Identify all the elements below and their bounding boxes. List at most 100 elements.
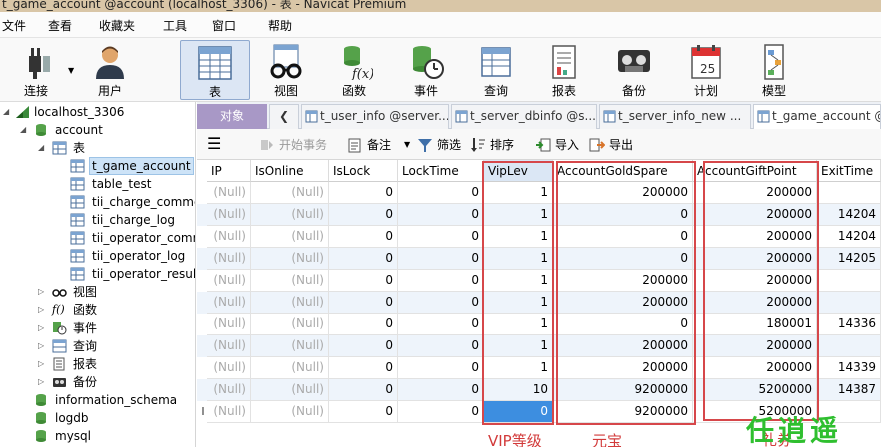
cell-locktime[interactable]: 0 bbox=[398, 269, 484, 292]
tab-t-server-info-new[interactable]: t_server_info_new ... bbox=[599, 104, 751, 129]
cell-ip[interactable]: (Null) bbox=[207, 357, 251, 380]
cell-ip[interactable]: (Null) bbox=[207, 225, 251, 248]
connect-button[interactable]: 连接 ▼ bbox=[6, 40, 74, 100]
cell-islock[interactable]: 0 bbox=[329, 291, 398, 314]
filter-button[interactable]: 筛选 bbox=[417, 136, 467, 154]
tab-scroll-left-button[interactable]: ❮ bbox=[269, 104, 299, 129]
tab-t-server-dbinfo[interactable]: t_server_dbinfo @s... bbox=[451, 104, 597, 129]
cell-islock[interactable]: 0 bbox=[329, 401, 398, 423]
cell-isonline[interactable]: (Null) bbox=[251, 335, 329, 358]
memo-dropdown-icon[interactable]: ▼ bbox=[404, 136, 410, 154]
tree-tables-node[interactable]: ◢ 表 bbox=[0, 139, 195, 157]
cell-exittime[interactable]: 14339 bbox=[817, 357, 881, 380]
tree-backups-node[interactable]: ▷ 备份 bbox=[0, 373, 195, 391]
event-button[interactable]: 事件 bbox=[398, 40, 454, 100]
tree-database-mysql[interactable]: mysql bbox=[0, 427, 195, 445]
cell-viplev[interactable]: 1 bbox=[484, 247, 553, 270]
cell-isonline[interactable]: (Null) bbox=[251, 291, 329, 314]
cell-accountgiftpoint[interactable]: 5200000 bbox=[693, 379, 817, 402]
table-row[interactable]: (Null) (Null) 0 0 1 0 200000 14204 bbox=[197, 203, 881, 226]
report-button[interactable]: 报表 bbox=[536, 40, 592, 100]
cell-exittime[interactable] bbox=[817, 182, 881, 204]
cell-viplev[interactable]: 1 bbox=[484, 313, 553, 336]
cell-locktime[interactable]: 0 bbox=[398, 401, 484, 423]
cell-exittime[interactable]: 14336 bbox=[817, 313, 881, 336]
collapse-arrow-icon[interactable]: ◢ bbox=[38, 139, 48, 157]
table-row[interactable]: (Null) (Null) 0 0 1 0 200000 14205 bbox=[197, 247, 881, 270]
tree-table-tii-charge-commc[interactable]: tii_charge_commc bbox=[0, 193, 195, 211]
tree-database-logdb[interactable]: logdb bbox=[0, 409, 195, 427]
cell-viplev[interactable]: 1 bbox=[484, 225, 553, 248]
tree-table-tii-charge-log[interactable]: tii_charge_log bbox=[0, 211, 195, 229]
menu-favorites[interactable]: 收藏夹 bbox=[99, 17, 135, 34]
expand-arrow-icon[interactable]: ▷ bbox=[38, 301, 48, 319]
cell-ip[interactable]: (Null) bbox=[207, 203, 251, 226]
tree-views-node[interactable]: ▷ 视图 bbox=[0, 283, 195, 301]
collapse-arrow-icon[interactable]: ◢ bbox=[3, 103, 13, 121]
cell-accountgiftpoint[interactable]: 200000 bbox=[693, 182, 817, 204]
expand-arrow-icon[interactable]: ▷ bbox=[38, 373, 48, 391]
export-button[interactable]: 导出 bbox=[589, 136, 639, 154]
cell-ip[interactable]: (Null) bbox=[207, 335, 251, 358]
cell-viplev[interactable]: 1 bbox=[484, 357, 553, 380]
tree-table-tii-operator-result[interactable]: tii_operator_result bbox=[0, 265, 195, 283]
cell-islock[interactable]: 0 bbox=[329, 247, 398, 270]
cell-ip[interactable]: (Null) bbox=[207, 291, 251, 314]
cell-accountgoldspare[interactable]: 9200000 bbox=[553, 401, 693, 423]
cell-accountgoldspare[interactable]: 0 bbox=[553, 225, 693, 248]
cell-ip[interactable]: (Null) bbox=[207, 313, 251, 336]
import-button[interactable]: 导入 bbox=[535, 136, 585, 154]
table-row[interactable]: (Null) (Null) 0 0 1 0 200000 14204 bbox=[197, 225, 881, 248]
tree-database-information-schema[interactable]: information_schema bbox=[0, 391, 195, 409]
column-header-ip[interactable]: IP bbox=[207, 160, 251, 182]
cell-islock[interactable]: 0 bbox=[329, 357, 398, 380]
cell-accountgiftpoint[interactable]: 200000 bbox=[693, 225, 817, 248]
cell-islock[interactable]: 0 bbox=[329, 182, 398, 204]
tree-table-tii-operator-comr[interactable]: tii_operator_comr bbox=[0, 229, 195, 247]
cell-exittime[interactable]: 14204 bbox=[817, 225, 881, 248]
cell-ip[interactable]: (Null) bbox=[207, 379, 251, 402]
cell-accountgiftpoint[interactable]: 200000 bbox=[693, 335, 817, 358]
sort-button[interactable]: 排序 bbox=[470, 136, 520, 154]
cell-accountgiftpoint[interactable]: 200000 bbox=[693, 357, 817, 380]
model-button[interactable]: 模型 bbox=[746, 40, 802, 100]
table-row[interactable]: (Null) (Null) 0 0 1 200000 200000 bbox=[197, 335, 881, 358]
expand-arrow-icon[interactable]: ▷ bbox=[38, 355, 48, 373]
column-header-exittime[interactable]: ExitTime bbox=[817, 160, 881, 182]
menu-window[interactable]: 窗口 bbox=[212, 17, 236, 34]
cell-exittime[interactable] bbox=[817, 291, 881, 314]
cell-islock[interactable]: 0 bbox=[329, 313, 398, 336]
cell-isonline[interactable]: (Null) bbox=[251, 203, 329, 226]
collapse-arrow-icon[interactable]: ◢ bbox=[20, 121, 30, 139]
cell-exittime[interactable]: 14205 bbox=[817, 247, 881, 270]
cell-viplev[interactable]: 1 bbox=[484, 269, 553, 292]
user-button[interactable]: 用户 bbox=[82, 40, 138, 100]
cell-locktime[interactable]: 0 bbox=[398, 335, 484, 358]
cell-exittime[interactable]: 14387 bbox=[817, 379, 881, 402]
column-header-accountgoldspare[interactable]: AccountGoldSpare bbox=[553, 160, 693, 182]
cell-accountgoldspare[interactable]: 200000 bbox=[553, 291, 693, 314]
menu-view[interactable]: 查看 bbox=[48, 17, 72, 34]
cell-locktime[interactable]: 0 bbox=[398, 203, 484, 226]
cell-isonline[interactable]: (Null) bbox=[251, 379, 329, 402]
tree-reports-node[interactable]: ▷ 报表 bbox=[0, 355, 195, 373]
cell-locktime[interactable]: 0 bbox=[398, 357, 484, 380]
begin-transaction-button[interactable]: 开始事务 bbox=[259, 136, 339, 154]
cell-isonline[interactable]: (Null) bbox=[251, 357, 329, 380]
tab-objects[interactable]: 对象 bbox=[197, 104, 267, 129]
expand-arrow-icon[interactable]: ▷ bbox=[38, 337, 48, 355]
menu-help[interactable]: 帮助 bbox=[268, 17, 292, 34]
column-header-locktime[interactable]: LockTime bbox=[398, 160, 484, 182]
cell-islock[interactable]: 0 bbox=[329, 379, 398, 402]
cell-accountgoldspare[interactable]: 200000 bbox=[553, 269, 693, 292]
cell-ip[interactable]: (Null) bbox=[207, 269, 251, 292]
expand-arrow-icon[interactable]: ▷ bbox=[38, 283, 48, 301]
cell-accountgoldspare[interactable]: 0 bbox=[553, 203, 693, 226]
tree-table-tii-operator-log[interactable]: tii_operator_log bbox=[0, 247, 195, 265]
table-button[interactable]: 表 bbox=[180, 40, 250, 100]
expand-arrow-icon[interactable]: ▷ bbox=[38, 319, 48, 337]
tree-events-node[interactable]: ▷ 事件 bbox=[0, 319, 195, 337]
cell-locktime[interactable]: 0 bbox=[398, 313, 484, 336]
cell-accountgiftpoint[interactable]: 200000 bbox=[693, 247, 817, 270]
cell-viplev[interactable]: 10 bbox=[484, 379, 553, 402]
